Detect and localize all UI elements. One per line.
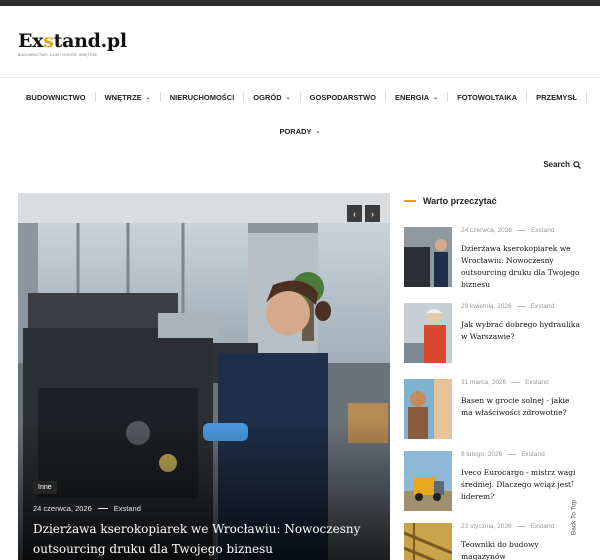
search-icon (573, 160, 581, 169)
post-date[interactable]: 24 czerwca, 2026 (461, 227, 512, 234)
slide-author[interactable]: Exstand (114, 504, 141, 513)
slider-controls: ‹ › (347, 205, 380, 222)
post-title[interactable]: Basen w grocie solnej - jakie ma właściw… (461, 395, 581, 419)
chevron-down-icon: ⌄ (145, 94, 151, 101)
post-meta: 29 kwietnia, 2026 Exstand (461, 303, 554, 310)
meta-divider (516, 230, 526, 231)
post-author[interactable]: Exstand (531, 303, 555, 310)
nav-separator (585, 92, 587, 102)
post-meta: 24 czerwca, 2026 Exstand (461, 227, 554, 234)
site-logo[interactable]: Exstand.pl BUDOWNICTWO, DOM I OGRÓD, WNĘ… (18, 30, 127, 57)
chevron-down-icon: ⌄ (315, 128, 321, 135)
nav-separator (526, 92, 528, 102)
post-date[interactable]: 29 kwietnia, 2026 (461, 303, 512, 310)
post-thumbnail[interactable] (404, 303, 452, 363)
logo-text: Exstand.pl (18, 30, 127, 52)
nav-row-1: BUDOWNICTWO WNĘTRZE ⌄ NIERUCHOMOŚCI OGRÓD… (0, 88, 600, 106)
nav-item-gospodarstwo[interactable]: GOSPODARSTWO (310, 93, 376, 102)
nav-separator (243, 92, 245, 102)
post-title[interactable]: Jak wybrać dobrego hydraulika w Warszawi… (461, 319, 581, 343)
chevron-down-icon: ⌄ (285, 94, 291, 101)
heading-accent (404, 200, 416, 202)
nav-row-2: PORADY ⌄ (0, 122, 600, 140)
post-thumbnail[interactable] (404, 451, 452, 511)
nav-item-energia[interactable]: ENERGIA ⌄ (395, 93, 438, 102)
slide-title[interactable]: Dzierżawa kserokopiarek we Wrocławiu: No… (33, 519, 363, 559)
post-meta: 31 marca, 2026 Exstand (461, 379, 549, 386)
chevron-left-icon[interactable]: ‹ (347, 205, 362, 222)
nav-item-nieruchomosci[interactable]: NIERUCHOMOŚCI (170, 93, 235, 102)
featured-slider[interactable]: ‹ › Inne 24 czerwca, 2026 Exstand Dzierż… (18, 193, 390, 560)
sidebar-heading: Warto przeczytać (404, 193, 584, 209)
slide-meta: 24 czerwca, 2026 Exstand (33, 504, 141, 513)
post-title[interactable]: Teowniki do budowy magazynów (461, 539, 581, 560)
nav-item-przemysl[interactable]: PRZEMYSŁ (536, 93, 577, 102)
nav-separator (159, 92, 161, 102)
category-badge[interactable]: Inne (33, 481, 57, 494)
nav-item-budownictwo[interactable]: BUDOWNICTWO (26, 93, 86, 102)
post-date[interactable]: 23 stycznia, 2026 (461, 523, 512, 530)
meta-divider (516, 526, 526, 527)
header-divider (0, 77, 600, 78)
post-meta: 8 lutego, 2026 Exstand (461, 451, 545, 458)
top-bar (0, 0, 600, 6)
list-item[interactable]: 29 kwietnia, 2026 Exstand Jak wybrać dobr… (404, 303, 584, 363)
nav-item-porady[interactable]: PORADY ⌄ (279, 127, 320, 136)
logo-tagline: BUDOWNICTWO, DOM I OGRÓD, WNĘTRZE (18, 53, 98, 57)
sidebar-title: Warto przeczytać (423, 196, 497, 206)
meta-divider (97, 508, 108, 509)
post-thumbnail[interactable] (404, 379, 452, 439)
back-to-top-label: Back To Top (570, 499, 578, 536)
nav-separator (447, 92, 449, 102)
list-item[interactable]: 24 czerwca, 2026 Exstand Dzierżawa kserok… (404, 227, 584, 289)
meta-divider (507, 454, 517, 455)
list-item[interactable]: 8 lutego, 2026 Exstand Iveco Eurocargo - … (404, 451, 584, 511)
nav-item-wnetrze[interactable]: WNĘTRZE ⌄ (105, 93, 151, 102)
search-label: Search (543, 160, 570, 169)
post-meta: 23 stycznia, 2026 Exstand (461, 523, 554, 530)
slide-date[interactable]: 24 czerwca, 2026 (33, 504, 92, 513)
post-title[interactable]: Iveco Eurocargo - mistrz wagi średniej. … (461, 467, 581, 503)
nav-separator (94, 92, 96, 102)
post-thumbnail[interactable] (404, 227, 452, 287)
post-thumbnail[interactable] (404, 523, 452, 560)
post-author[interactable]: Exstand (531, 523, 555, 530)
post-author[interactable]: Exstand (521, 451, 545, 458)
nav-separator (384, 92, 386, 102)
nav-item-ogrod[interactable]: OGRÓD ⌄ (253, 93, 290, 102)
search-button[interactable]: Search (543, 160, 581, 169)
nav-separator (299, 92, 301, 102)
meta-divider (516, 306, 526, 307)
post-author[interactable]: Exstand (531, 227, 555, 234)
list-item[interactable]: 23 stycznia, 2026 Exstand Teowniki do bud… (404, 523, 584, 560)
meta-divider (511, 382, 521, 383)
sidebar: Warto przeczytać 24 czerwca, 2026 Exstand… (404, 193, 584, 560)
back-to-top-button[interactable]: ↑ Back To Top (566, 478, 582, 548)
post-author[interactable]: Exstand (525, 379, 549, 386)
post-title[interactable]: Dzierżawa kserokopiarek we Wrocławiu: No… (461, 243, 581, 291)
chevron-right-icon[interactable]: › (365, 205, 380, 222)
post-date[interactable]: 8 lutego, 2026 (461, 451, 502, 458)
chevron-down-icon: ⌄ (433, 94, 439, 101)
post-date[interactable]: 31 marca, 2026 (461, 379, 506, 386)
list-item[interactable]: 31 marca, 2026 Exstand Basen w grocie sol… (404, 379, 584, 439)
nav-item-fotowoltaika[interactable]: FOTOWOLTAIKA (457, 93, 517, 102)
